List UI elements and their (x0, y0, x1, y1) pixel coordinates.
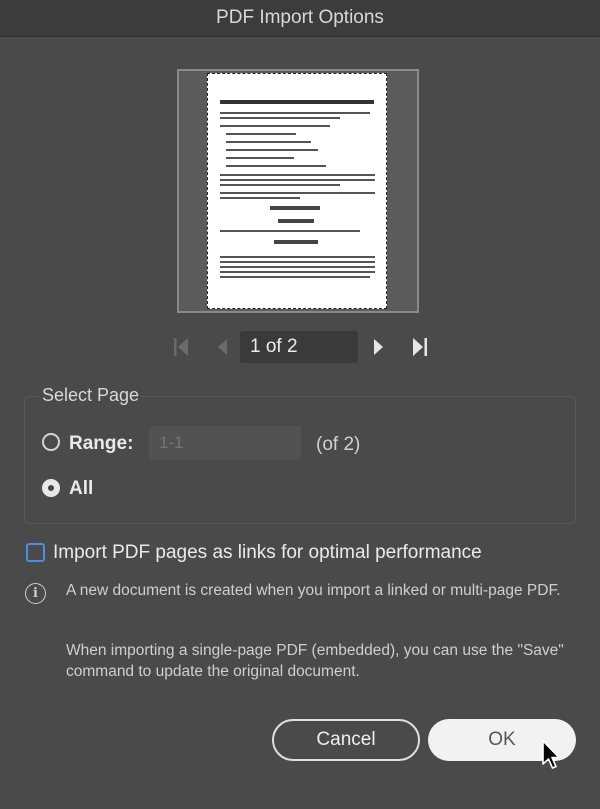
thumbnail-text-line (220, 271, 375, 273)
info-paragraph-2: When importing a single-page PDF (embedd… (66, 642, 564, 680)
thumbnail-text-line (220, 256, 375, 258)
thumbnail-bullet-line (226, 133, 296, 135)
range-of-label: (of 2) (316, 434, 361, 455)
all-label[interactable]: All (69, 478, 93, 500)
thumbnail-bullet-line (226, 165, 326, 167)
next-page-button[interactable] (368, 331, 388, 363)
thumbnail-text-line (220, 179, 375, 181)
previous-page-button[interactable] (212, 331, 232, 363)
pdf-page-thumbnail (207, 73, 387, 309)
last-page-button[interactable] (408, 331, 432, 363)
select-page-group (24, 396, 576, 524)
range-radio[interactable] (42, 433, 60, 451)
select-page-heading: Select Page (40, 385, 142, 406)
thumbnail-title-line (220, 100, 374, 104)
import-as-links-checkbox[interactable] (26, 543, 45, 562)
thumbnail-text-line (220, 112, 370, 114)
pdf-preview-frame (177, 69, 419, 313)
thumbnail-bullet-line (226, 149, 318, 151)
thumbnail-bullet-line (226, 141, 311, 143)
thumbnail-text-line (220, 266, 375, 268)
info-icon: i (25, 583, 46, 604)
thumbnail-text-line (220, 197, 300, 199)
skip-to-first-icon (174, 338, 188, 356)
window-titlebar: PDF Import Options (0, 0, 600, 37)
info-paragraph-1: A new document is created when you impor… (66, 582, 561, 599)
window-title: PDF Import Options (216, 7, 384, 28)
thumbnail-bullet-line (226, 157, 294, 159)
thumbnail-equation (274, 240, 318, 244)
previous-icon (218, 339, 227, 355)
range-input[interactable]: 1-1 (149, 426, 301, 460)
thumbnail-text-line (220, 125, 330, 127)
thumbnail-equation (278, 219, 314, 223)
range-label[interactable]: Range: (69, 433, 133, 455)
thumbnail-text-line (220, 192, 375, 194)
thumbnail-text-line (220, 261, 375, 263)
next-icon (374, 339, 383, 355)
first-page-button[interactable] (170, 331, 192, 363)
thumbnail-text-line (220, 174, 375, 176)
thumbnail-text-line (220, 276, 370, 278)
cancel-button[interactable]: Cancel (272, 719, 420, 761)
mouse-pointer-icon (542, 740, 560, 769)
page-number-field[interactable]: 1 of 2 (240, 331, 358, 363)
thumbnail-text-line (220, 117, 340, 119)
skip-to-last-icon (413, 338, 427, 356)
thumbnail-text-line (220, 184, 340, 186)
thumbnail-equation (270, 206, 320, 210)
all-radio[interactable] (42, 479, 60, 497)
import-as-links-label[interactable]: Import PDF pages as links for optimal pe… (53, 542, 482, 564)
thumbnail-text-line (220, 230, 360, 232)
